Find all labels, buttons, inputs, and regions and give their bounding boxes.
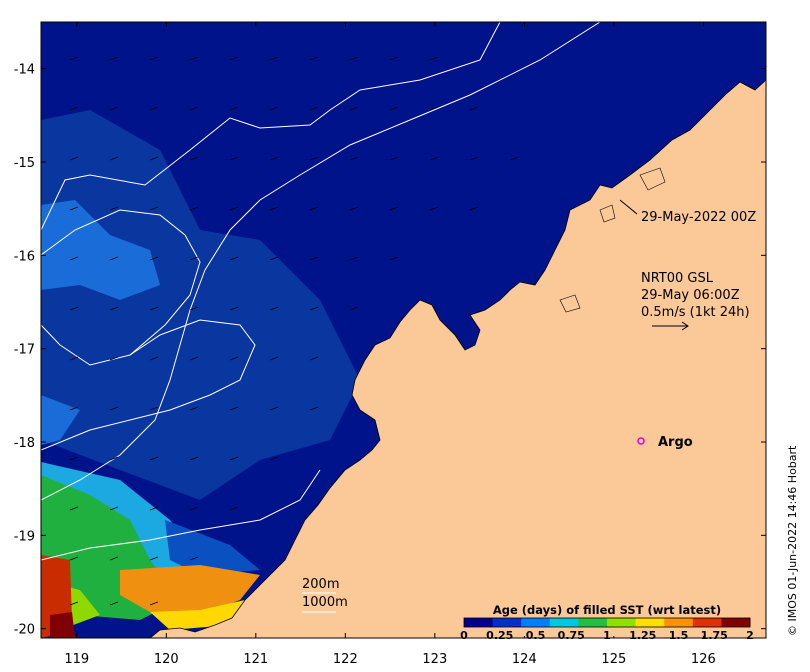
- colorbar-swatch: [578, 618, 608, 627]
- colorbar-tick-label: 0: [460, 629, 468, 642]
- colorbar-swatch: [464, 618, 494, 627]
- current-time-label: 29-May 06:00Z: [641, 288, 740, 303]
- x-tick-label: 125: [601, 652, 626, 667]
- colorbar-title: Age (days) of filled SST (wrt latest): [493, 603, 721, 617]
- colorbar-swatch: [607, 618, 637, 627]
- y-tick-label: -18: [14, 436, 35, 451]
- colorbar-swatch: [521, 618, 551, 627]
- colorbar-tick-label: 2: [746, 629, 754, 642]
- x-tick-label: 124: [512, 652, 537, 667]
- colorbar-tick-label: 0.75: [558, 629, 585, 642]
- colorbar-swatch: [664, 618, 694, 627]
- colorbar-tick-label: 1: [603, 629, 611, 642]
- colorbar-tick-label: 1.5: [669, 629, 689, 642]
- image-time-label: 29-May-2022 00Z: [641, 210, 756, 225]
- colorbar-swatch: [721, 618, 751, 627]
- credit-text: © IMOS 01-Jun-2022 14:46 Hobart: [786, 445, 799, 636]
- x-tick-label: 123: [422, 652, 447, 667]
- x-tick-label: 120: [154, 652, 179, 667]
- colorbar-swatch: [635, 618, 665, 627]
- colorbar-tick-label: 0.25: [486, 629, 513, 642]
- colorbar-tick-label: 1.25: [629, 629, 656, 642]
- x-tick-label: 126: [691, 652, 716, 667]
- y-tick-label: -20: [14, 623, 35, 638]
- x-tick-label: 119: [64, 652, 89, 667]
- x-tick-label: 122: [333, 652, 358, 667]
- y-tick-label: -15: [14, 156, 35, 171]
- y-tick-label: -19: [14, 529, 35, 544]
- depth-1000m-label: 1000m: [302, 595, 348, 610]
- ocean-age-maroon-patch: [50, 612, 75, 638]
- colorbar-swatches: [464, 618, 751, 627]
- y-tick-label: -16: [14, 249, 35, 264]
- colorbar-ticks: 0 0.25 0.5 0.75 1 1.25 1.5 1.75 2: [460, 629, 754, 642]
- sst-age-map: 119 120 121 122 123 124 125 126 -14-15-16-17-18…: [14, 21, 767, 667]
- depth-200m-label: 200m: [302, 577, 339, 592]
- colorbar-swatch: [492, 618, 522, 627]
- current-source-label: NRT00 GSL: [641, 271, 714, 286]
- colorbar-swatch: [692, 618, 722, 627]
- y-tick-label: -14: [14, 63, 35, 78]
- map-plot-area: [41, 22, 766, 638]
- y-tick-label: -17: [14, 343, 35, 358]
- colorbar: Age (days) of filled SST (wrt latest) 00…: [455, 598, 760, 642]
- argo-label: Argo: [658, 435, 693, 450]
- x-tick-label: 121: [243, 652, 268, 667]
- colorbar-tick-label: 0.5: [526, 629, 546, 642]
- current-scale-label: 0.5m/s (1kt 24h): [641, 305, 750, 320]
- colorbar-swatch: [549, 618, 579, 627]
- colorbar-tick-label: 1.75: [701, 629, 728, 642]
